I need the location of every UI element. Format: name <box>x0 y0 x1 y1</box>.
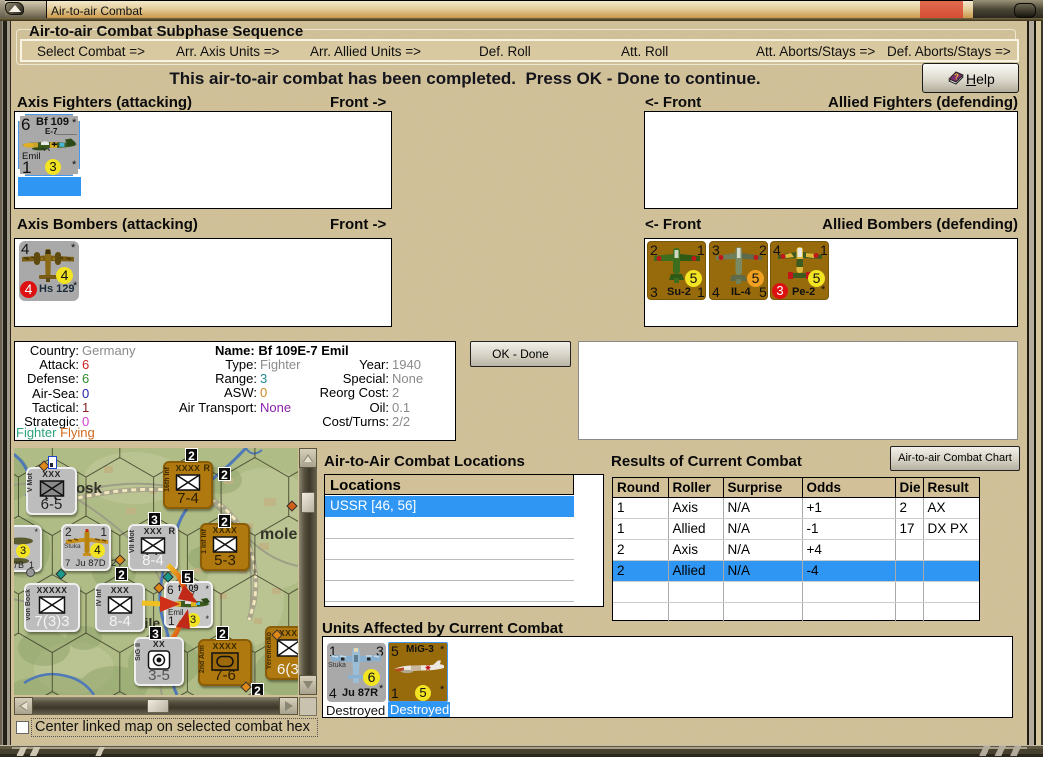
svg-text:?: ? <box>954 73 959 82</box>
svg-text:osk: osk <box>76 480 103 497</box>
svg-text:molens: molens <box>260 526 298 543</box>
